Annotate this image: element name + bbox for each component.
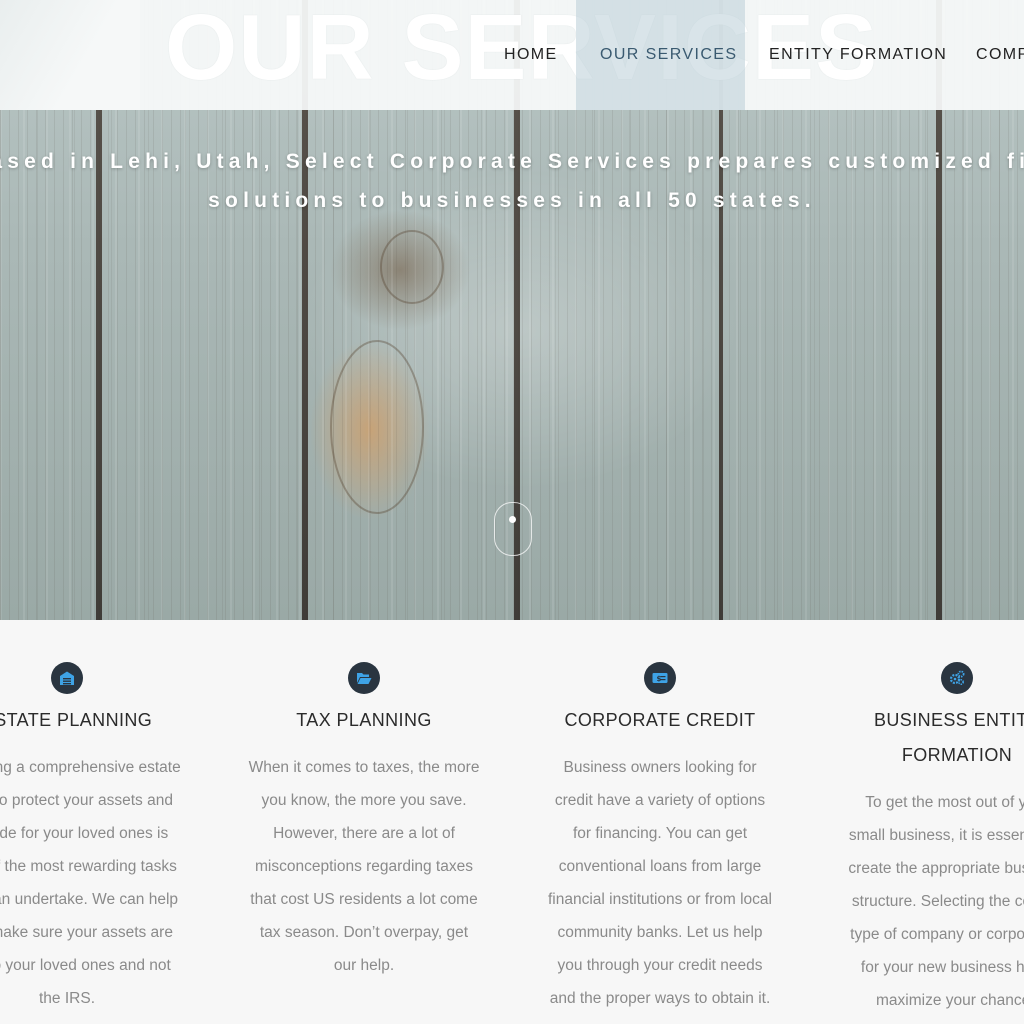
service-body-line: you can undertake. We can help — [0, 891, 179, 908]
service-body-line: you through your credit needs — [557, 957, 763, 974]
service-body-line: conventional loans from large — [558, 858, 762, 875]
service-body-line: for your new business helps — [860, 959, 1024, 976]
service-body-line: you make sure your assets are — [0, 924, 173, 941]
cogs-icon — [941, 662, 973, 694]
service-title-business-entity-formation: BUSINESS ENTITY FORMATION — [807, 703, 1024, 773]
nav-home[interactable]: HOME — [504, 46, 558, 64]
service-body-line: provide for your loved ones is — [0, 825, 169, 842]
service-body-line: create the appropriate business — [848, 860, 1024, 877]
service-body-line: structure. Selecting the correct — [851, 893, 1024, 910]
service-title-line: BUSINESS ENTITY — [873, 710, 1024, 730]
service-body-line: and the proper ways to obtain it. — [549, 990, 771, 1007]
service-body-line: However, there are a lot of — [273, 825, 455, 842]
hero-tagline-line2: solutions to businesses in all 50 states… — [208, 189, 816, 212]
service-body-line: misconceptions regarding taxes — [255, 858, 473, 875]
scroll-indicator[interactable] — [494, 502, 532, 556]
service-body-line: plan to protect your assets and — [0, 792, 173, 809]
folder-open-icon — [348, 662, 380, 694]
service-body-line: When it comes to taxes, the more — [248, 759, 480, 776]
scroll-indicator-dot — [509, 516, 516, 523]
wood-knot — [380, 230, 444, 304]
nav-our-services[interactable]: OUR SERVICES — [600, 46, 737, 64]
service-body-corporate-credit: Business owners looking for credit have … — [510, 751, 810, 1015]
service-body-line: left to your loved ones and not — [0, 957, 171, 974]
service-title-line: TAX PLANNING — [296, 710, 432, 730]
service-body-estate-planning: Creating a comprehensive estate plan to … — [0, 751, 217, 1015]
site-header: OUR SERVICES HOME OUR SERVICES ENTITY FO… — [0, 0, 1024, 110]
garage-icon — [51, 662, 83, 694]
service-body-line: credit have a variety of options — [554, 792, 766, 809]
nav-company[interactable]: COMPA — [976, 46, 1024, 64]
service-body-business-entity-formation: To get the most out of your small busine… — [807, 786, 1024, 1017]
service-title-corporate-credit: CORPORATE CREDIT — [510, 703, 810, 738]
service-body-line: tax season. Don’t overpay, get — [259, 924, 469, 941]
service-body-line: community banks. Let us help — [557, 924, 763, 941]
service-body-line: our help. — [333, 957, 395, 974]
service-title-line: FORMATION — [901, 745, 1013, 765]
service-title-line: ESTATE PLANNING — [0, 710, 153, 730]
service-body-tax-planning: When it comes to taxes, the more you kno… — [214, 751, 514, 982]
service-body-line: for financing. You can get — [572, 825, 748, 842]
hero-tagline-line1: Based in Lehi, Utah, Select Corporate Se… — [0, 150, 1024, 173]
service-body-line: type of company or corporation — [850, 926, 1024, 943]
service-body-line: maximize your chances — [876, 992, 1024, 1009]
nav-entity-formation[interactable]: ENTITY FORMATION — [769, 46, 947, 64]
service-body-line: Business owners looking for — [563, 759, 757, 776]
service-body-line: you know, the more you save. — [261, 792, 467, 809]
service-body-line: the IRS. — [39, 990, 95, 1007]
hero-tagline: Based in Lehi, Utah, Select Corporate Se… — [0, 142, 1024, 220]
service-body-line: To get the most out of your — [865, 794, 1024, 811]
service-body-line: financial institutions or from local — [548, 891, 772, 908]
wood-knot — [330, 340, 424, 514]
header-decoration — [0, 0, 140, 110]
service-body-line: Creating a comprehensive estate — [0, 759, 181, 776]
money-check-icon: $ — [644, 662, 676, 694]
service-title-estate-planning: ESTATE PLANNING — [0, 703, 217, 738]
service-title-tax-planning: TAX PLANNING — [214, 703, 514, 738]
service-title-line: CORPORATE CREDIT — [564, 710, 756, 730]
service-body-line: small business, it is essential to — [848, 827, 1024, 844]
service-body-line: that cost US residents a lot come — [250, 891, 478, 908]
service-body-line: one of the most rewarding tasks — [0, 858, 177, 875]
